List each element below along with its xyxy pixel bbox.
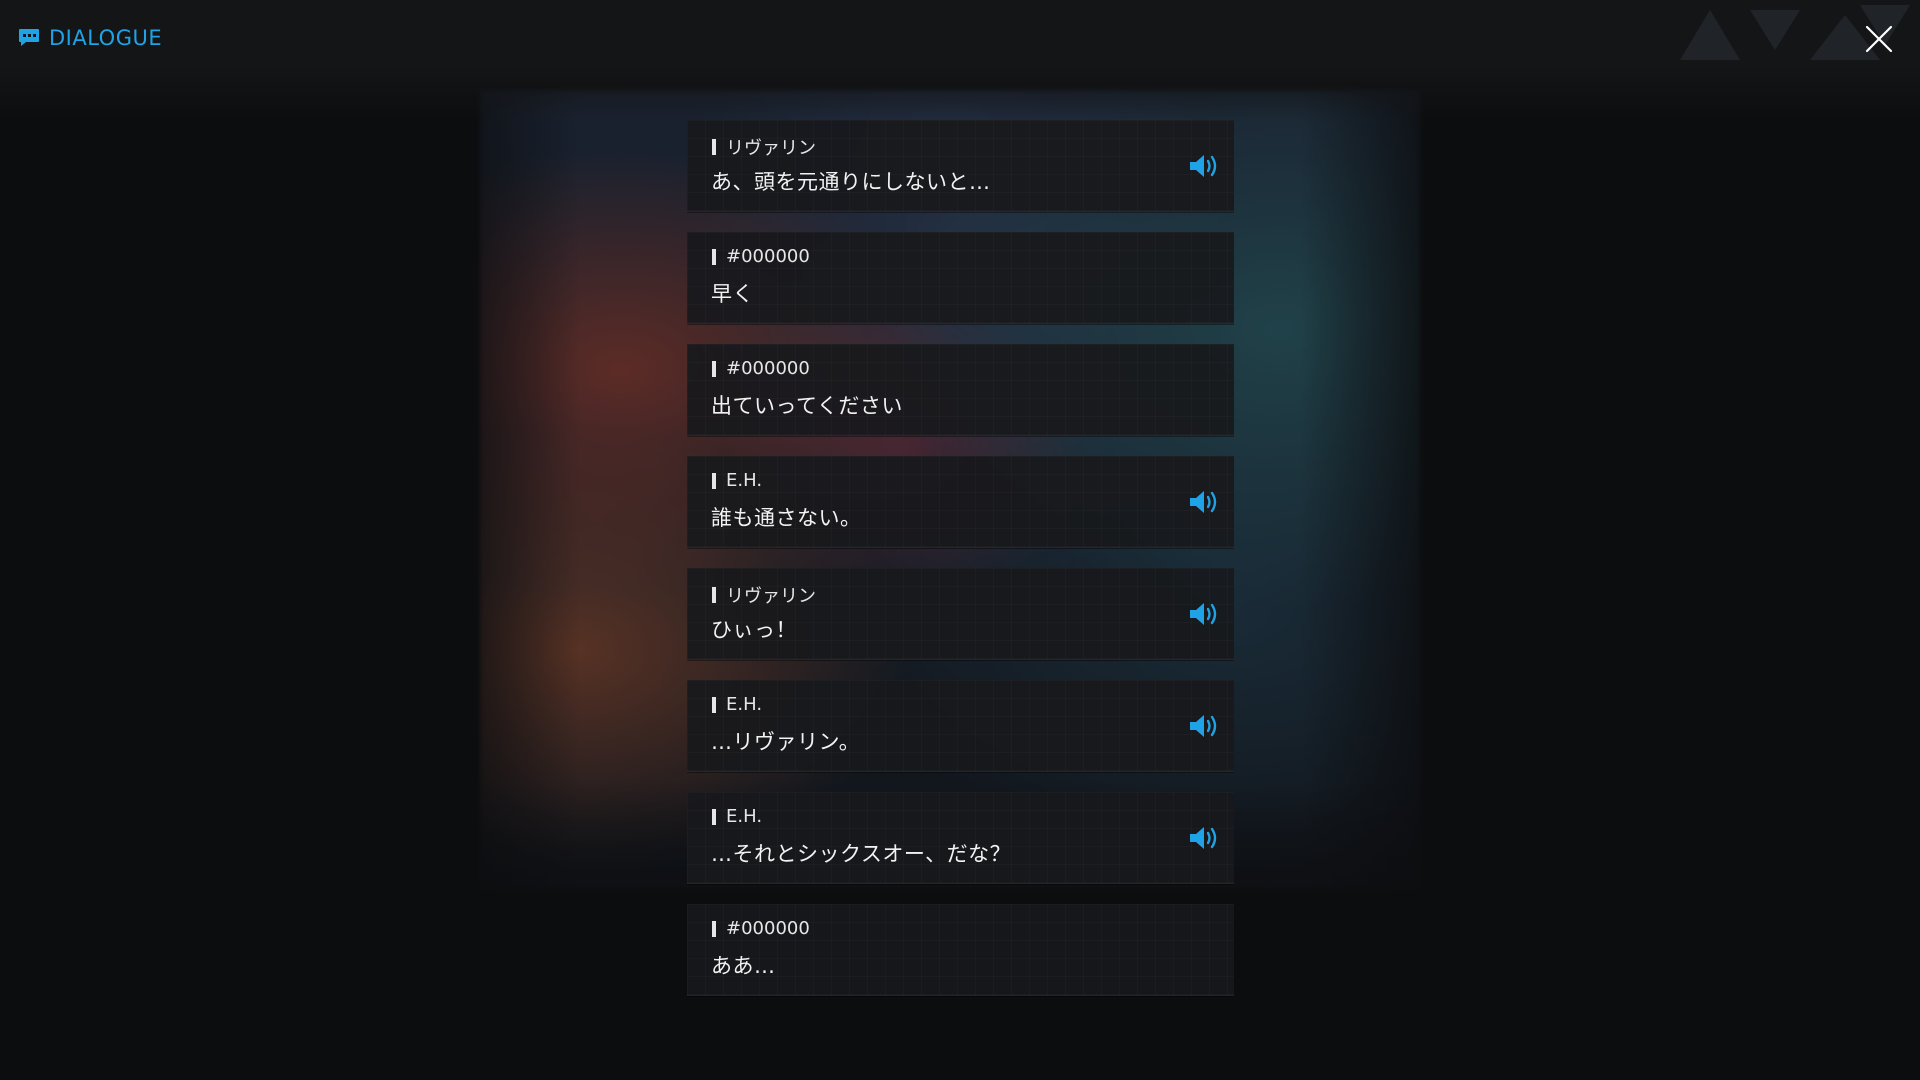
dialogue-entry: E.H. …リヴァリン。 (687, 680, 1234, 772)
dialogue-line-text: …それとシックスオー、だな？ (711, 842, 1012, 866)
dialogue-header-title: DIALOGUE (49, 26, 163, 50)
dialogue-entry: E.H. …それとシックスオー、だな？ (687, 792, 1234, 884)
speaker-name: E.H. (726, 806, 763, 827)
dialogue-line-text: あ、頭を元通りにしないと… (711, 170, 991, 194)
speaker-name: リヴァリン (726, 586, 816, 607)
speaker-name-row: #000000 (712, 246, 810, 267)
speaker-marker (712, 808, 716, 825)
speaker-icon[interactable] (1188, 152, 1222, 180)
close-icon[interactable] (1864, 24, 1894, 54)
speaker-name: E.H. (726, 470, 763, 491)
dialogue-line-text: 早く (711, 282, 754, 306)
speaker-marker (712, 139, 716, 155)
speaker-name-row: #000000 (712, 358, 810, 379)
speaker-marker (712, 920, 716, 937)
speaker-marker (712, 587, 716, 603)
dialogue-entry: リヴァリンあ、頭を元通りにしないと… (687, 120, 1234, 212)
speaker-name-row: リヴァリン (712, 582, 816, 608)
speaker-name-row: E.H. (712, 694, 762, 715)
dialogue-line-text: …リヴァリン。 (711, 730, 861, 754)
chat-bubble-icon (19, 29, 39, 46)
speaker-name-row: #000000 (712, 918, 810, 939)
dialogue-entry: E.H. 誰も通さない。 (687, 456, 1234, 548)
speaker-marker (712, 472, 716, 489)
speaker-icon[interactable] (1188, 712, 1222, 740)
dialogue-line-text: 誰も通さない。 (711, 506, 862, 530)
dialogue-log-list[interactable]: リヴァリン あ、頭を元通りにしないと… #000000 早く #000000 出ていってく… (687, 120, 1234, 1016)
dialogue-entry: #000000 ああ… (687, 904, 1234, 996)
speaker-name: #000000 (726, 918, 810, 939)
speaker-icon[interactable] (1188, 824, 1222, 852)
speaker-marker (712, 360, 716, 377)
speaker-name: E.H. (726, 694, 763, 715)
header-bar (0, 0, 1920, 120)
speaker-icon[interactable] (1188, 600, 1222, 628)
speaker-name-row: E.H. (712, 470, 762, 491)
speaker-marker (712, 696, 716, 713)
speaker-name-row: リヴァリン (712, 134, 816, 160)
dialogue-screen: DIALOGUE リヴァリン あ、頭を元通りにしないと… #000000 早く #000… (0, 0, 1920, 1080)
dialogue-entry: リヴァリンひぃっ！ (687, 568, 1234, 660)
speaker-name: #000000 (726, 246, 810, 267)
speaker-name: #000000 (726, 358, 810, 379)
dialogue-line-text: ああ… (711, 954, 776, 978)
dialogue-entry: #000000 早く (687, 232, 1234, 324)
dialogue-line-text: ひぃっ！ (711, 618, 797, 642)
dialogue-header: DIALOGUE (18, 26, 162, 50)
speaker-icon[interactable] (1188, 488, 1222, 516)
dialogue-line-text: 出ていってください (711, 394, 903, 418)
speaker-name-row: E.H. (712, 806, 762, 827)
speaker-marker (712, 248, 716, 265)
speaker-name: リヴァリン (726, 138, 816, 159)
dialogue-entry: #000000 出ていってください (687, 344, 1234, 436)
